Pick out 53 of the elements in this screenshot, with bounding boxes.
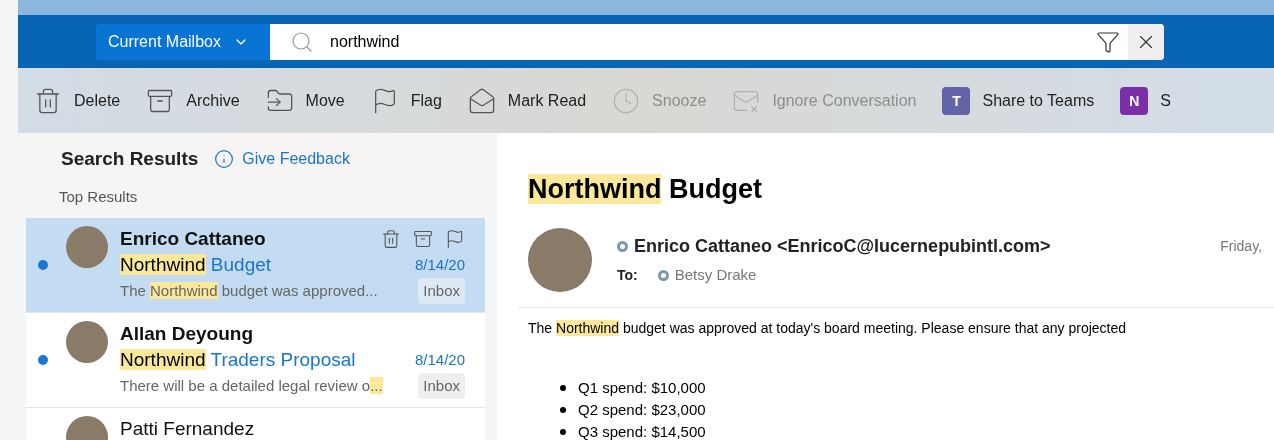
avatar <box>66 321 108 363</box>
search-icon <box>290 29 314 54</box>
message-date: 8/14/20 <box>414 255 465 275</box>
bullet-text: Q3 spend: $14,500 <box>578 421 706 440</box>
toolbar-button[interactable]: Mark Read <box>467 86 587 115</box>
search-field[interactable]: northwind <box>270 23 1164 60</box>
teams-logo-icon: T <box>942 86 971 115</box>
trash-icon[interactable] <box>381 229 401 249</box>
close-button[interactable] <box>1128 23 1164 60</box>
message-row[interactable]: Patti Fernandez <box>26 408 485 440</box>
message-subject: Northwind Traders Proposal <box>120 348 356 372</box>
panel-title: Search Results <box>61 147 199 171</box>
avatar <box>66 226 108 268</box>
section-heading: Top Results <box>58 186 139 207</box>
toolbar-button[interactable]: Delete <box>34 86 121 115</box>
sender-name: Patti Fernandez <box>120 417 255 440</box>
email-date: Friday, <box>1220 236 1262 256</box>
toolbar-button[interactable]: Move <box>265 86 345 115</box>
sender-name: Enrico Cattaneo <box>120 227 266 251</box>
filter-icon[interactable] <box>1096 29 1120 54</box>
recipient-name: Betsy Drake <box>674 264 757 285</box>
message-date: 8/14/20 <box>414 350 465 370</box>
email-subject: Northwind Budget <box>528 173 762 206</box>
search-query: northwind <box>330 31 401 52</box>
info-icon <box>214 149 235 170</box>
bullet-icon <box>560 428 566 435</box>
bullet-text: Q2 spend: $23,000 <box>578 399 706 420</box>
toolbar-button[interactable]: T Share to Teams <box>942 86 1095 115</box>
message-preview: There will be a detailed legal review o... <box>120 376 383 396</box>
folder-tag: Inbox <box>418 373 465 399</box>
email-body: The Northwind budget was approved at today's board meeting. Please ensure that any projected <box>528 318 1127 338</box>
archive-box-icon[interactable] <box>413 229 433 249</box>
message-row[interactable]: Allan Deyoung Northwind Traders Proposal 8/14/20 There will be a detailed legal review o... Inbox <box>26 313 485 408</box>
sender-name: Allan Deyoung <box>120 322 253 346</box>
trash-icon <box>34 86 62 115</box>
to-label: To: <box>617 265 638 285</box>
envelope-open-icon <box>467 86 496 115</box>
clock-icon <box>612 86 641 115</box>
bullet-icon <box>560 406 566 413</box>
bullet-icon <box>560 384 566 391</box>
scope-dropdown[interactable]: Current Mailbox <box>96 23 270 60</box>
sender-address: Enrico Cattaneo <EnricoC@lucernepubintl.com> <box>634 234 1051 258</box>
toolbar-button[interactable]: N S <box>1120 86 1171 115</box>
message-preview: The Northwind budget was approved... <box>120 281 378 301</box>
flag-icon[interactable] <box>445 229 465 249</box>
give-feedback-link[interactable]: Give Feedback <box>214 147 350 172</box>
message-row[interactable]: Enrico Cattaneo Northwind Budget 8/14/20 The Northwind budget was approved... Inbox <box>26 218 485 313</box>
bullet-text: Q1 spend: $10,000 <box>578 377 706 398</box>
message-subject: Northwind Budget <box>120 253 272 277</box>
notebook-logo-icon: N <box>1120 86 1149 115</box>
folder-tag: Inbox <box>418 278 465 304</box>
toolbar-button[interactable]: Archive <box>146 86 240 115</box>
toolbar-button[interactable]: Flag <box>370 86 442 115</box>
